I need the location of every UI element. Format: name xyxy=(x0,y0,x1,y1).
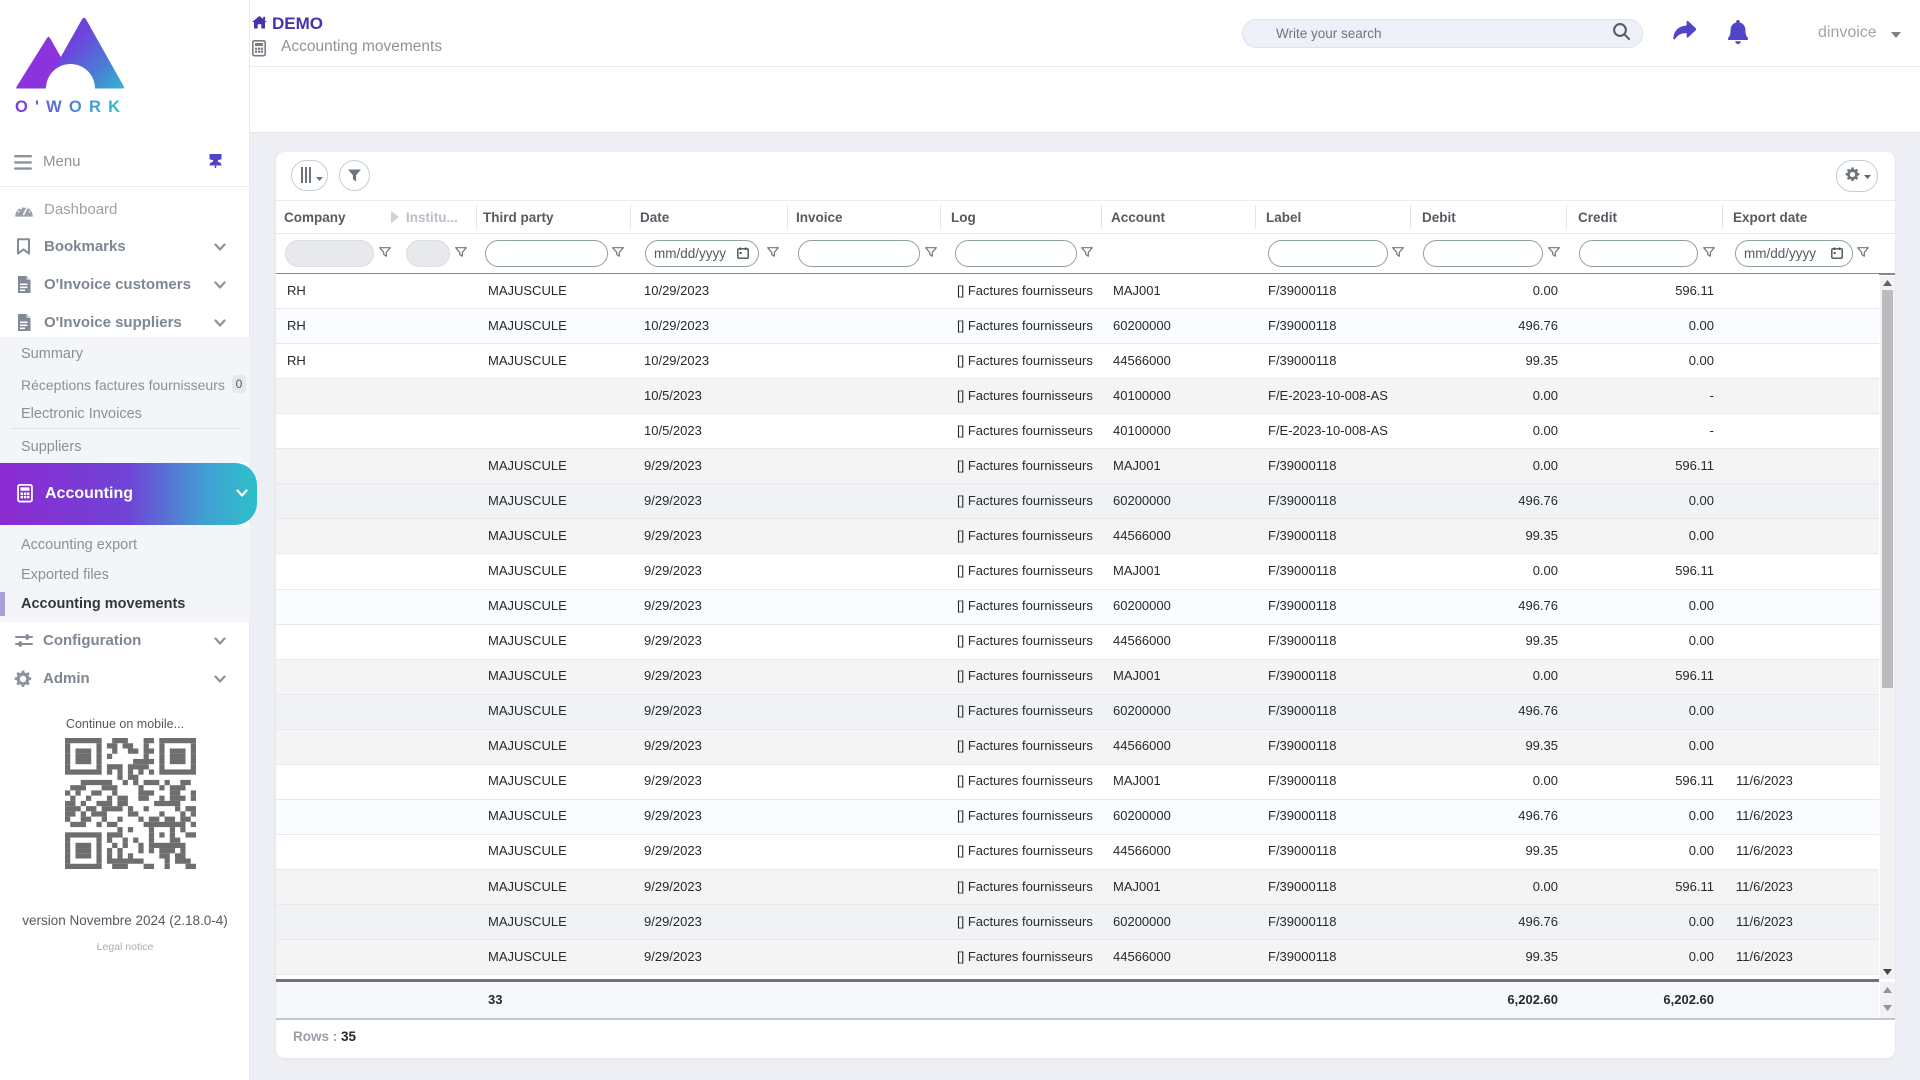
svg-text:O'WORK: O'WORK xyxy=(15,98,127,116)
